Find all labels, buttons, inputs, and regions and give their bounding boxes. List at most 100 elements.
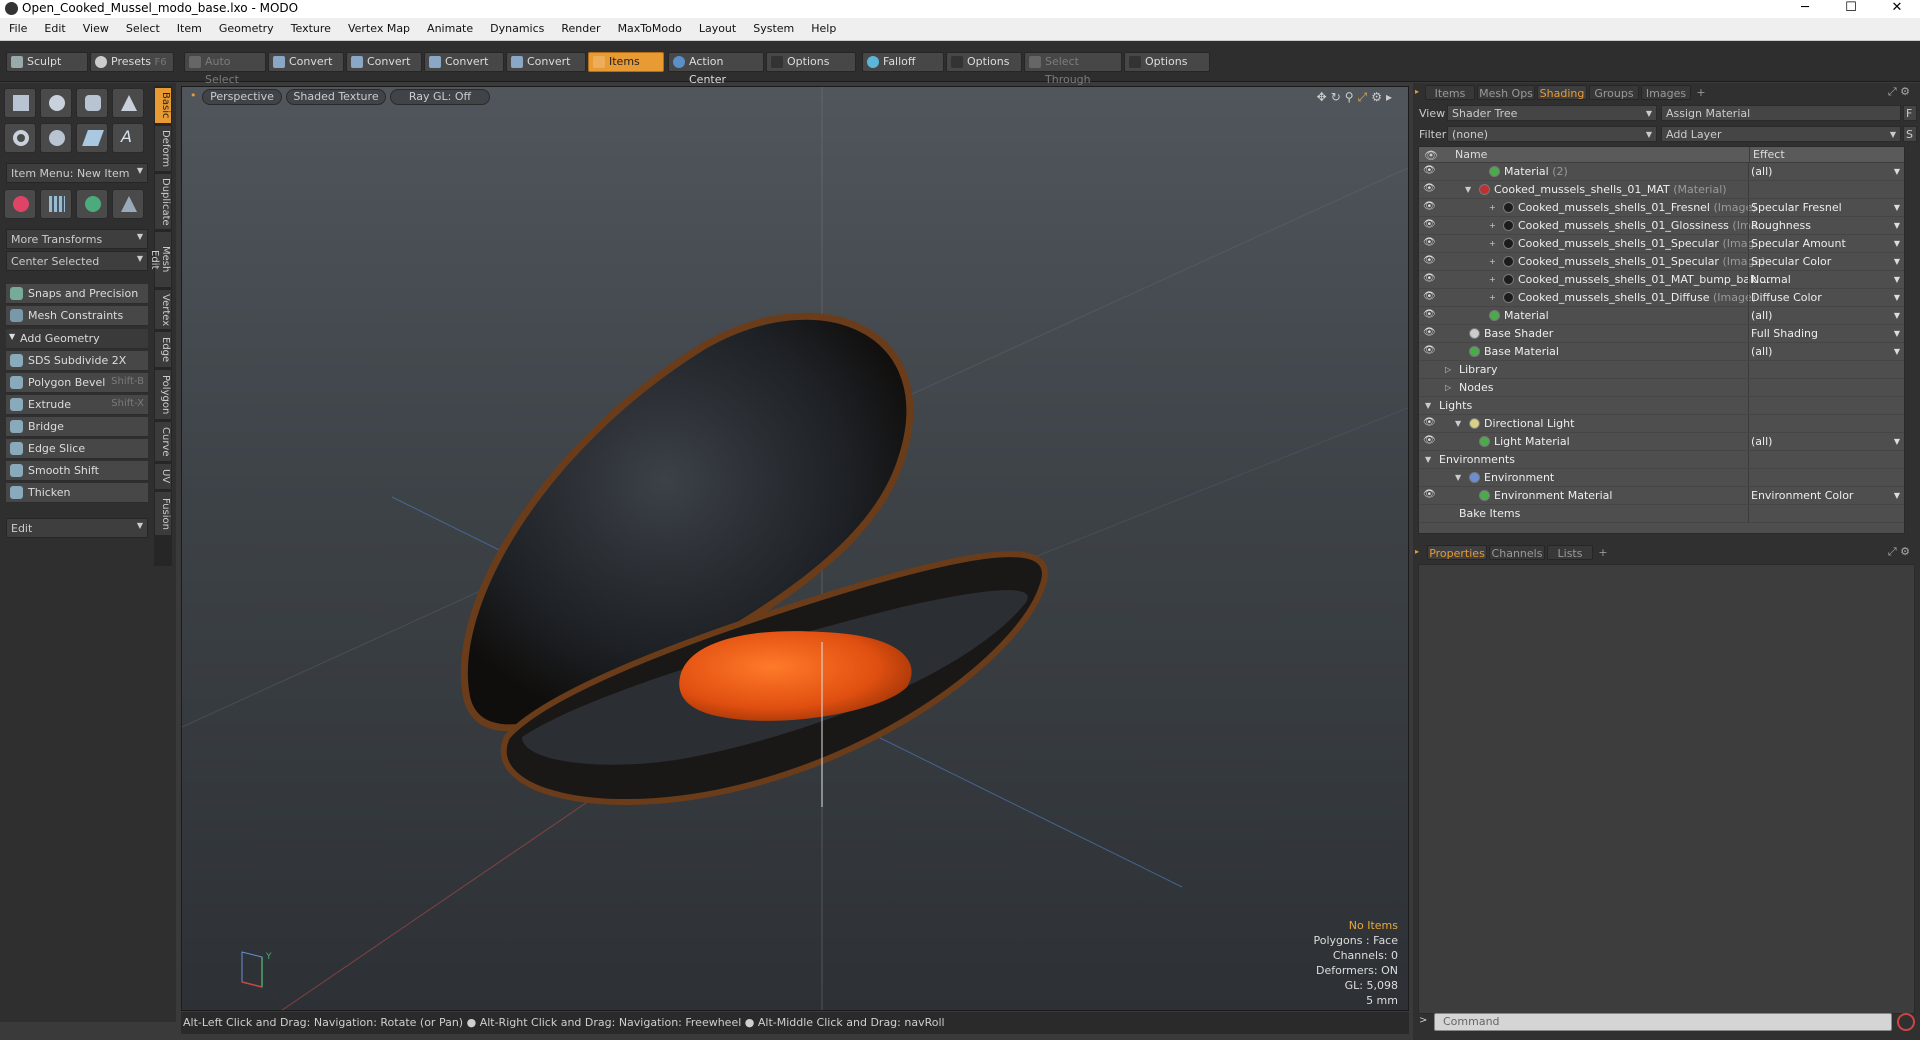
add-tab-button[interactable]: + bbox=[1693, 85, 1709, 100]
tree-row[interactable]: ▷ Nodes bbox=[1419, 379, 1904, 397]
cone-button[interactable] bbox=[112, 88, 144, 118]
eye-icon[interactable]: 👁 bbox=[1423, 256, 1436, 266]
eye-icon[interactable]: 👁 bbox=[1423, 238, 1436, 248]
cylinder-button[interactable] bbox=[76, 88, 108, 118]
effect-cell[interactable]: Roughness ▼ bbox=[1748, 217, 1904, 234]
effect-cell[interactable]: Full Shading ▼ bbox=[1748, 325, 1904, 342]
expand-toggle-icon[interactable]: ▼ bbox=[1455, 469, 1461, 486]
effect-cell[interactable] bbox=[1748, 451, 1904, 468]
record-macro-icon[interactable] bbox=[1897, 1013, 1915, 1031]
menu-animate[interactable]: Animate bbox=[418, 18, 481, 35]
tab-groups[interactable]: Groups bbox=[1589, 85, 1639, 100]
effect-cell[interactable]: (all) ▼ bbox=[1748, 433, 1904, 450]
effect-cell[interactable] bbox=[1748, 469, 1904, 486]
gear-icon[interactable]: ⚙ bbox=[1900, 85, 1910, 98]
add-layer-dropdown[interactable]: Add Layer ▼ bbox=[1661, 126, 1901, 142]
tab-deform[interactable]: Deform bbox=[155, 126, 171, 172]
eye-icon[interactable]: 👁 bbox=[1423, 220, 1436, 230]
action-center-button[interactable]: Action Center bbox=[668, 52, 764, 86]
sds-subdivide-button[interactable]: SDS Subdivide 2X bbox=[6, 351, 148, 371]
thicken-button[interactable]: Thicken bbox=[6, 483, 148, 503]
action-center-options-button[interactable]: Options bbox=[766, 52, 856, 72]
tab-mesh-ops[interactable]: Mesh Ops bbox=[1477, 85, 1535, 100]
assign-material-button[interactable]: Assign Material bbox=[1661, 105, 1901, 121]
expand-toggle-icon[interactable]: ▼ bbox=[1425, 397, 1431, 414]
expand-toggle-icon[interactable]: ▼ bbox=[1465, 181, 1471, 198]
effect-cell[interactable]: (all) ▼ bbox=[1748, 343, 1904, 360]
command-input[interactable]: Command bbox=[1434, 1013, 1892, 1031]
tree-row[interactable]: 👁 Base Shader Full Shading ▼ bbox=[1419, 325, 1904, 343]
tree-row[interactable]: 👁 + Cooked_mussels_shells_01_Fresnel (Imag… bbox=[1419, 199, 1904, 217]
tree-row[interactable]: 👁 + Cooked_mussels_shells_01_MAT_bump_bak … bbox=[1419, 271, 1904, 289]
expand-toggle-icon[interactable]: ▼ bbox=[1455, 415, 1461, 432]
center-selected-dropdown[interactable]: Center Selected ▼ bbox=[6, 251, 148, 271]
menu-edit[interactable]: Edit bbox=[35, 18, 73, 35]
eye-icon[interactable]: 👁 bbox=[1423, 292, 1436, 302]
tree-row[interactable]: ▼ Environment bbox=[1419, 469, 1904, 487]
panel-controls[interactable]: ⤢ ⚙ bbox=[1888, 85, 1910, 99]
snaps-precision-button[interactable]: Snaps and Precision bbox=[6, 284, 148, 304]
maximize-button[interactable]: ☐ bbox=[1828, 0, 1874, 18]
falloff-button[interactable]: Falloff bbox=[862, 52, 944, 72]
effect-cell[interactable]: (all) ▼ bbox=[1748, 307, 1904, 324]
torus-button[interactable] bbox=[4, 123, 36, 153]
effect-cell[interactable]: Specular Amount ▼ bbox=[1748, 235, 1904, 252]
panel-menu-icon[interactable]: ▸ bbox=[1415, 547, 1419, 556]
effect-cell[interactable]: (all) ▼ bbox=[1748, 163, 1904, 180]
panel-menu-icon[interactable]: ▸ bbox=[1415, 87, 1419, 96]
eye-icon[interactable]: 👁 bbox=[1423, 202, 1436, 212]
extrude-button[interactable]: Extrude Shift-X bbox=[6, 395, 148, 415]
presets-button[interactable]: Presets F6 bbox=[90, 52, 174, 72]
gear-icon[interactable]: ⚙ bbox=[1900, 545, 1910, 558]
menu-select[interactable]: Select bbox=[117, 18, 168, 35]
eye-icon[interactable]: 👁 bbox=[1423, 490, 1436, 500]
tab-curve[interactable]: Curve bbox=[155, 422, 171, 462]
tab-basic[interactable]: Basic bbox=[155, 88, 171, 124]
capsule-button[interactable] bbox=[40, 123, 72, 153]
pen-button[interactable] bbox=[76, 123, 108, 153]
tab-polygon[interactable]: Polygon bbox=[155, 370, 171, 420]
add-geometry-header[interactable]: ▼ Add Geometry bbox=[6, 329, 148, 349]
tree-row[interactable]: 👁 ▼ Directional Light bbox=[1419, 415, 1904, 433]
menu-vertex-map[interactable]: Vertex Map bbox=[339, 18, 418, 35]
effect-cell[interactable] bbox=[1748, 505, 1904, 522]
tab-properties[interactable]: Properties bbox=[1427, 545, 1487, 560]
expand-toggle-icon[interactable]: + bbox=[1489, 217, 1496, 234]
tree-row[interactable]: Bake Items bbox=[1419, 505, 1904, 523]
move-button[interactable] bbox=[4, 189, 36, 219]
effect-cell[interactable] bbox=[1748, 181, 1904, 198]
tab-mesh-edit[interactable]: Mesh Edit bbox=[149, 232, 171, 288]
expand-panel-icon[interactable]: ⤢ bbox=[1888, 85, 1897, 98]
more-transforms-dropdown[interactable]: More Transforms ▼ bbox=[6, 229, 148, 249]
convert-materials-button[interactable]: Convert bbox=[506, 52, 586, 72]
f-button[interactable]: F bbox=[1903, 105, 1917, 121]
effect-cell[interactable] bbox=[1748, 379, 1904, 396]
tree-row[interactable]: ▼ Environments bbox=[1419, 451, 1904, 469]
tab-fusion[interactable]: Fusion bbox=[155, 492, 171, 536]
close-button[interactable]: ✕ bbox=[1874, 0, 1920, 18]
expand-toggle-icon[interactable]: ▷ bbox=[1445, 361, 1451, 378]
smooth-shift-button[interactable]: Smooth Shift bbox=[6, 461, 148, 481]
tree-row[interactable]: 👁 Base Material (all) ▼ bbox=[1419, 343, 1904, 361]
falloff-options-button[interactable]: Options bbox=[946, 52, 1022, 72]
tab-images[interactable]: Images bbox=[1641, 85, 1691, 100]
menu-maxtomodo[interactable]: MaxToModo bbox=[609, 18, 690, 35]
menu-geometry[interactable]: Geometry bbox=[210, 18, 282, 35]
expand-toggle-icon[interactable]: + bbox=[1489, 271, 1496, 288]
3d-viewport[interactable]: • Perspective Shaded Texture Ray GL: Off… bbox=[181, 86, 1409, 1011]
tree-row[interactable]: 👁 + Cooked_mussels_shells_01_Diffuse (Imag… bbox=[1419, 289, 1904, 307]
expand-toggle-icon[interactable]: ▼ bbox=[1425, 451, 1431, 468]
bridge-button[interactable]: Bridge bbox=[6, 417, 148, 437]
minimize-button[interactable]: ─ bbox=[1782, 0, 1828, 18]
menu-layout[interactable]: Layout bbox=[690, 18, 744, 35]
menu-help[interactable]: Help bbox=[802, 18, 844, 35]
sphere-button[interactable] bbox=[40, 88, 72, 118]
tree-row[interactable]: 👁 Environment Material Environment Color ▼ bbox=[1419, 487, 1904, 505]
convert-vertices-button[interactable]: Convert bbox=[268, 52, 344, 72]
eye-icon[interactable]: 👁 bbox=[1423, 184, 1436, 194]
eye-icon[interactable]: 👁 bbox=[1423, 346, 1436, 356]
eye-icon[interactable]: 👁 bbox=[1423, 418, 1436, 428]
menu-item[interactable]: Item bbox=[168, 18, 210, 35]
effect-cell[interactable]: Specular Fresnel ▼ bbox=[1748, 199, 1904, 216]
expand-toggle-icon[interactable]: + bbox=[1489, 253, 1496, 270]
